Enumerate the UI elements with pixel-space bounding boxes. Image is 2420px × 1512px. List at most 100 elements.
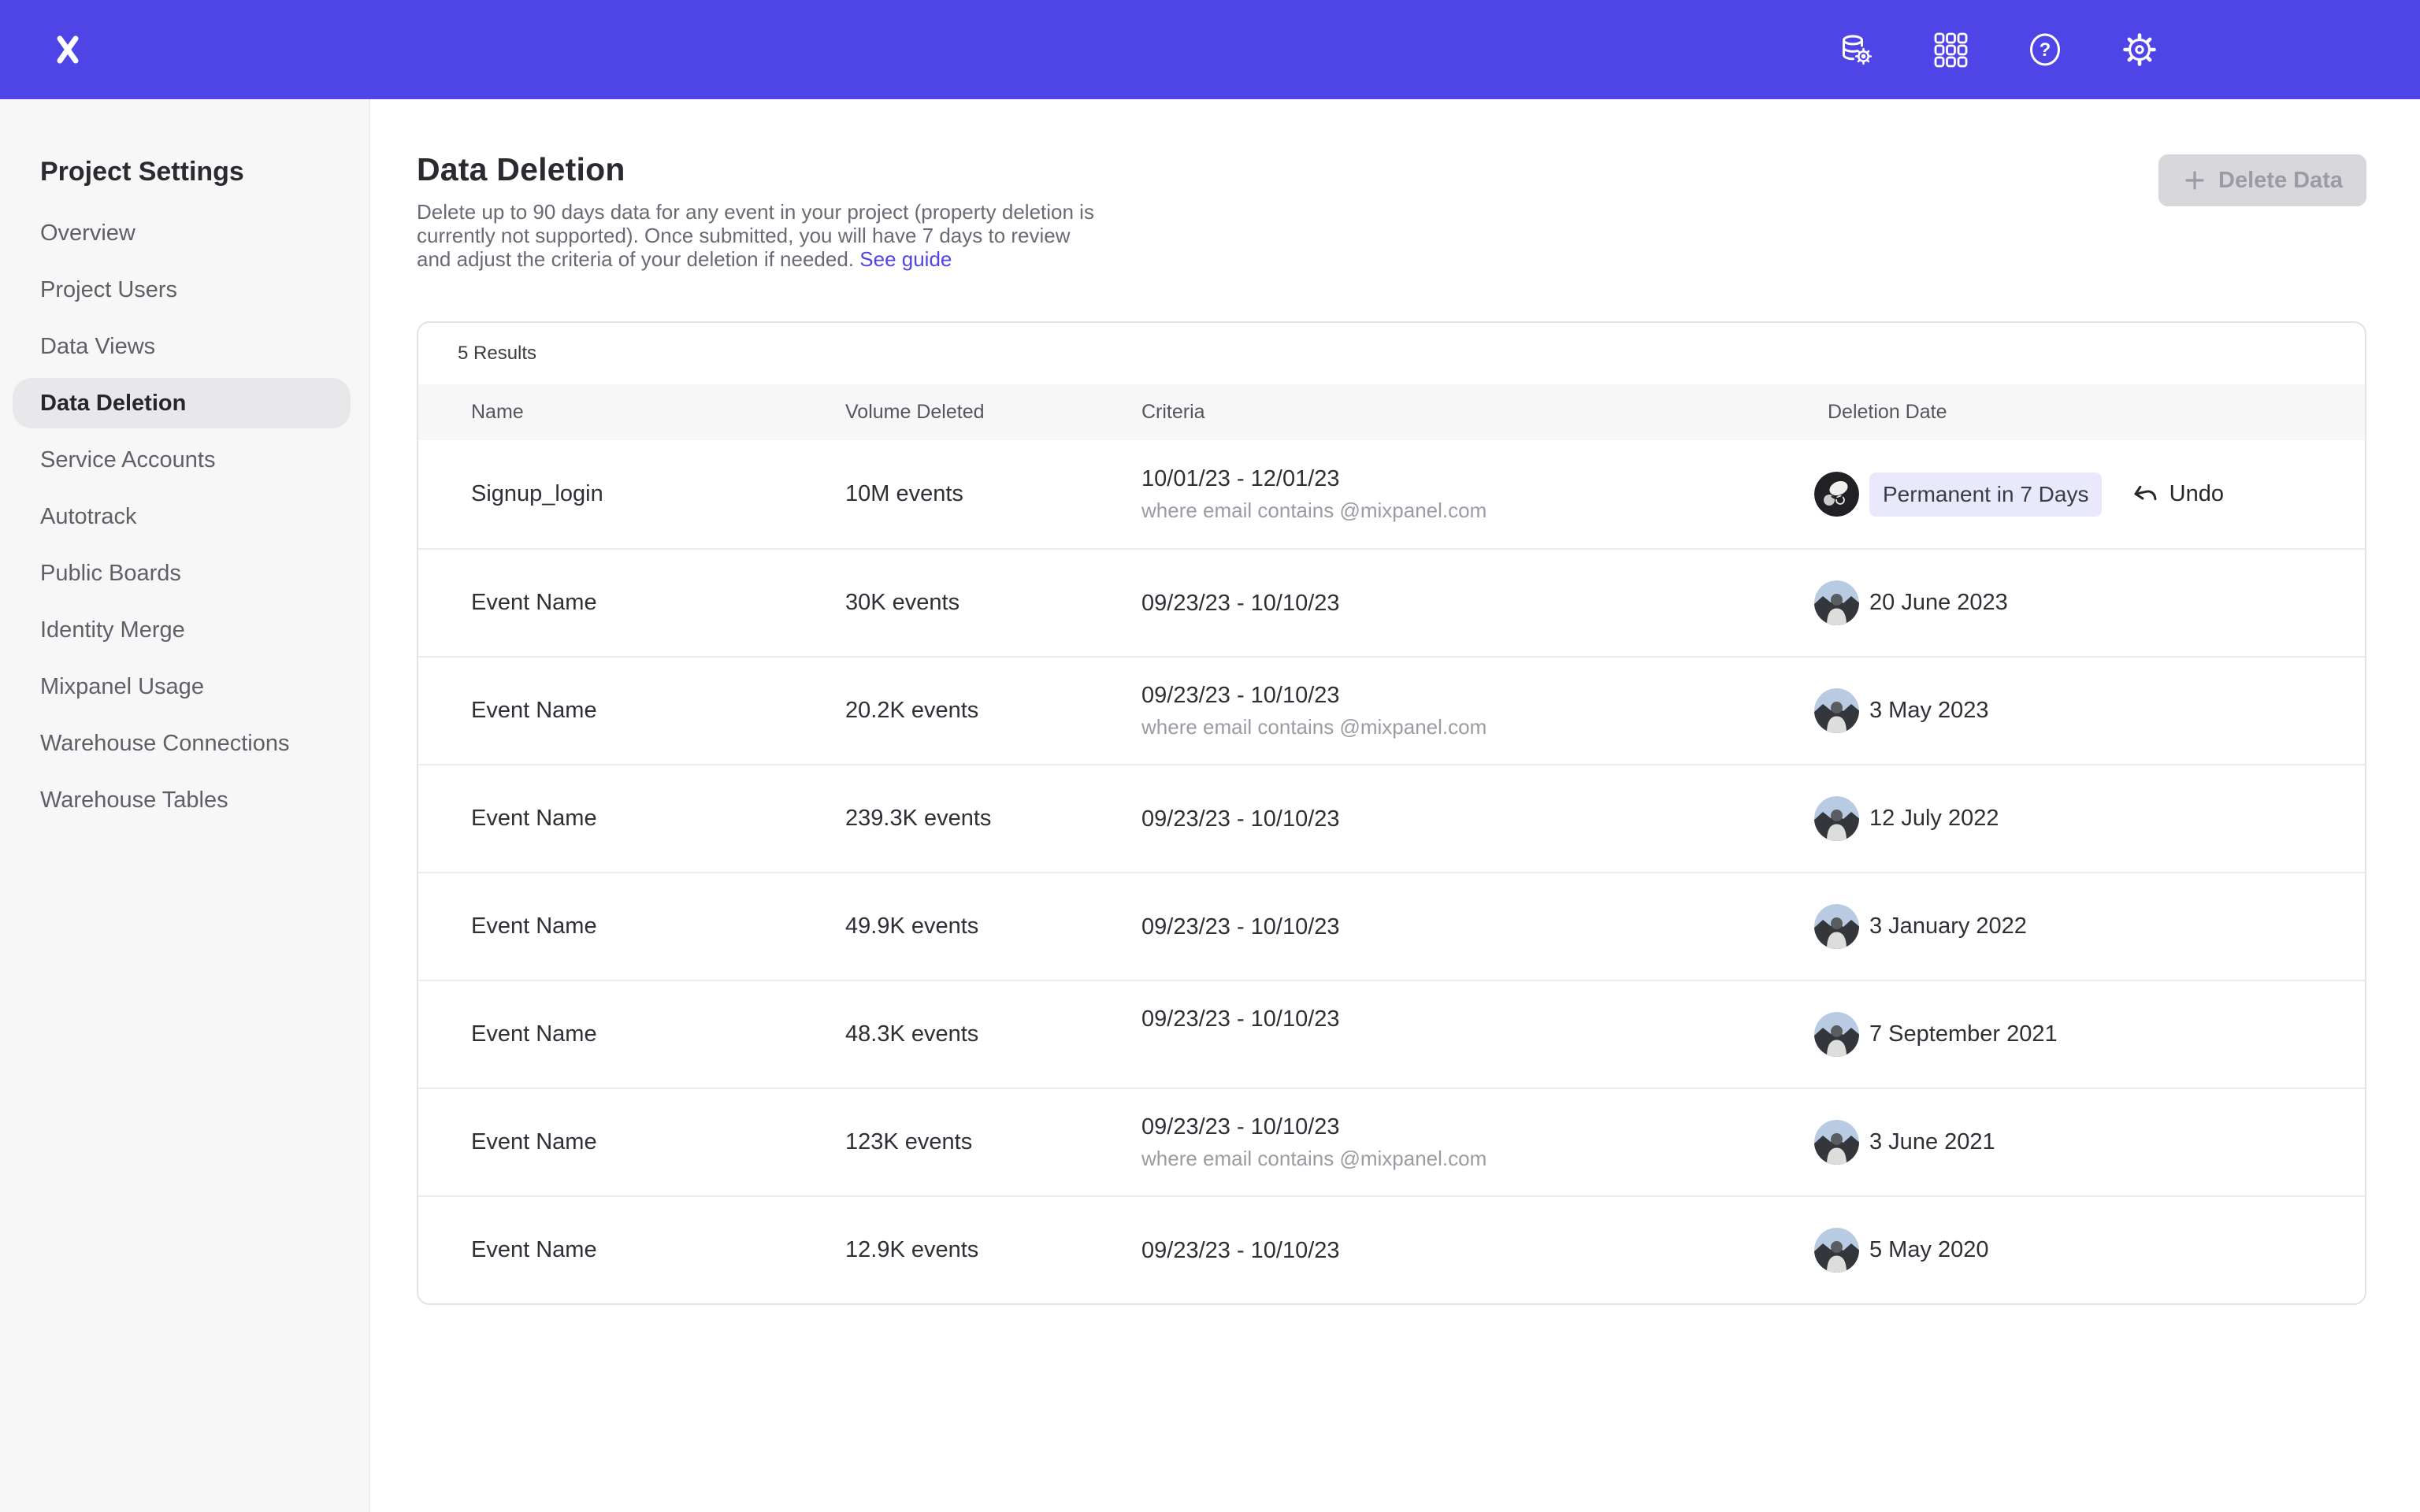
page-description: Delete up to 90 days data for any event … (417, 200, 1110, 271)
deletion-date-cell: 20 June 2023 (1814, 580, 2365, 625)
mixpanel-logo[interactable] (50, 32, 86, 68)
landscape-avatar-image (1814, 1012, 1859, 1057)
character-avatar-image (1814, 472, 1859, 517)
table-row: Event Name 12.9K events 09/23/23 - 10/10… (418, 1195, 2365, 1303)
table-row: Event Name 123K events 09/23/23 - 10/10/… (418, 1088, 2365, 1195)
deletion-date-cell: 3 June 2021 (1814, 1120, 2365, 1165)
volume-deleted: 49.9K events (845, 914, 1141, 939)
criteria-filter: where email contains @mixpanel.com (1141, 496, 1814, 524)
volume-deleted: 239.3K events (845, 806, 1141, 832)
table-row: Signup_login 10M events 10/01/23 - 12/01… (418, 440, 2365, 548)
landscape-avatar-image (1814, 1120, 1859, 1165)
user-avatar (1814, 1228, 1859, 1273)
sidebar-item-service-accounts[interactable]: Service Accounts (13, 435, 351, 485)
criteria-date-range: 09/23/23 - 10/10/23 (1141, 1236, 1814, 1265)
page-title: Data Deletion (417, 150, 1110, 189)
topbar-icon-group: ? (1838, 32, 2158, 68)
svg-text:?: ? (2040, 39, 2051, 61)
criteria-filter: where email contains @mixpanel.com (1141, 1144, 1814, 1173)
plus-icon (2182, 168, 2207, 193)
table-row: Event Name 20.2K events 09/23/23 - 10/10… (418, 656, 2365, 764)
undo-button[interactable]: Undo (2131, 480, 2224, 509)
table-row: Event Name 48.3K events 09/23/23 - 10/10… (418, 980, 2365, 1088)
sidebar-item-public-boards[interactable]: Public Boards (13, 548, 351, 598)
sidebar-item-warehouse-connections[interactable]: Warehouse Connections (13, 718, 351, 769)
criteria-cell: 09/23/23 - 10/10/23 (1141, 589, 1814, 617)
deletion-date: 20 June 2023 (1869, 590, 2008, 616)
see-guide-link[interactable]: See guide (859, 247, 952, 271)
deletion-date: 3 January 2022 (1869, 914, 2027, 939)
volume-deleted: 123K events (845, 1129, 1141, 1155)
landscape-avatar-image (1814, 1228, 1859, 1273)
volume-deleted: 10M events (845, 481, 1141, 507)
criteria-date-range: 10/01/23 - 12/01/23 (1141, 465, 1814, 493)
criteria-date-range: 09/23/23 - 10/10/23 (1141, 681, 1814, 710)
event-name: Event Name (471, 806, 845, 832)
deletion-date-cell: 3 May 2023 (1814, 688, 2365, 733)
data-management-icon[interactable] (1838, 32, 1874, 68)
deletion-date-cell: 7 September 2021 (1814, 1012, 2365, 1057)
sidebar-item-data-deletion[interactable]: Data Deletion (13, 378, 351, 428)
deletion-date-cell: Permanent in 7 Days Undo (1814, 472, 2365, 517)
sidebar-item-data-views[interactable]: Data Views (13, 321, 351, 372)
landscape-avatar-image (1814, 904, 1859, 949)
criteria-cell: 09/23/23 - 10/10/23 (1141, 1236, 1814, 1265)
deletion-date: 7 September 2021 (1869, 1021, 2058, 1047)
project-settings-sidebar: Project Settings Overview Project Users … (0, 99, 370, 1512)
column-header-criteria: Criteria (1141, 401, 1814, 424)
user-avatar (1814, 1120, 1859, 1165)
sidebar-item-warehouse-tables[interactable]: Warehouse Tables (13, 775, 351, 825)
user-avatar (1814, 796, 1859, 841)
delete-data-button[interactable]: Delete Data (2158, 154, 2366, 206)
criteria-date-range: 09/23/23 - 10/10/23 (1141, 913, 1814, 941)
sidebar-item-autotrack[interactable]: Autotrack (13, 491, 351, 542)
event-name: Event Name (471, 1021, 845, 1047)
criteria-date-range: 09/23/23 - 10/10/23 (1141, 589, 1814, 617)
criteria-cell: 09/23/23 - 10/10/23 (1141, 1005, 1814, 1065)
event-name: Signup_login (471, 481, 845, 507)
sidebar-heading: Project Settings (0, 156, 369, 187)
volume-deleted: 30K events (845, 590, 1141, 616)
table-rows: Signup_login 10M events 10/01/23 - 12/01… (418, 440, 2365, 1303)
undo-label: Undo (2169, 481, 2224, 507)
main-content: Data Deletion Delete up to 90 days data … (370, 99, 2420, 1512)
user-avatar (1814, 580, 1859, 625)
sidebar-item-identity-merge[interactable]: Identity Merge (13, 605, 351, 655)
table-row: Event Name 30K events 09/23/23 - 10/10/2… (418, 548, 2365, 656)
user-avatar (1814, 904, 1859, 949)
table-header-row: Name Volume Deleted Criteria Deletion Da… (418, 384, 2365, 440)
volume-deleted: 20.2K events (845, 698, 1141, 724)
criteria-cell: 09/23/23 - 10/10/23 (1141, 805, 1814, 833)
event-name: Event Name (471, 1129, 845, 1155)
status-badge: Permanent in 7 Days (1869, 472, 2102, 517)
sidebar-item-project-users[interactable]: Project Users (13, 265, 351, 315)
deletion-date: 3 June 2021 (1869, 1129, 1995, 1155)
table-row: Event Name 49.9K events 09/23/23 - 10/10… (418, 872, 2365, 980)
criteria-date-range: 09/23/23 - 10/10/23 (1141, 1005, 1814, 1033)
criteria-filter (1141, 1036, 1814, 1065)
help-icon[interactable]: ? (2027, 32, 2063, 68)
deletion-date: 3 May 2023 (1869, 698, 1989, 724)
deletion-table-card: 5 Results Name Volume Deleted Criteria D… (417, 321, 2366, 1305)
event-name: Event Name (471, 1237, 845, 1263)
criteria-date-range: 09/23/23 - 10/10/23 (1141, 1113, 1814, 1141)
deletion-date: 12 July 2022 (1869, 806, 1999, 832)
column-header-name: Name (471, 401, 845, 424)
table-row: Event Name 239.3K events 09/23/23 - 10/1… (418, 764, 2365, 872)
user-avatar (1814, 1012, 1859, 1057)
event-name: Event Name (471, 914, 845, 939)
criteria-cell: 09/23/23 - 10/10/23 where email contains… (1141, 1113, 1814, 1173)
volume-deleted: 12.9K events (845, 1237, 1141, 1263)
page-header: Data Deletion Delete up to 90 days data … (417, 150, 2366, 271)
deletion-date: 5 May 2020 (1869, 1237, 1989, 1263)
page-title-block: Data Deletion Delete up to 90 days data … (417, 150, 1110, 271)
settings-icon[interactable] (2121, 32, 2158, 68)
user-avatar (1814, 472, 1859, 517)
apps-grid-icon[interactable] (1932, 32, 1969, 68)
sidebar-item-overview[interactable]: Overview (13, 208, 351, 258)
column-header-volume-deleted: Volume Deleted (845, 401, 1141, 424)
criteria-cell: 09/23/23 - 10/10/23 (1141, 913, 1814, 941)
sidebar-item-mixpanel-usage[interactable]: Mixpanel Usage (13, 662, 351, 712)
results-count: 5 Results (418, 323, 2365, 384)
criteria-cell: 09/23/23 - 10/10/23 where email contains… (1141, 681, 1814, 741)
